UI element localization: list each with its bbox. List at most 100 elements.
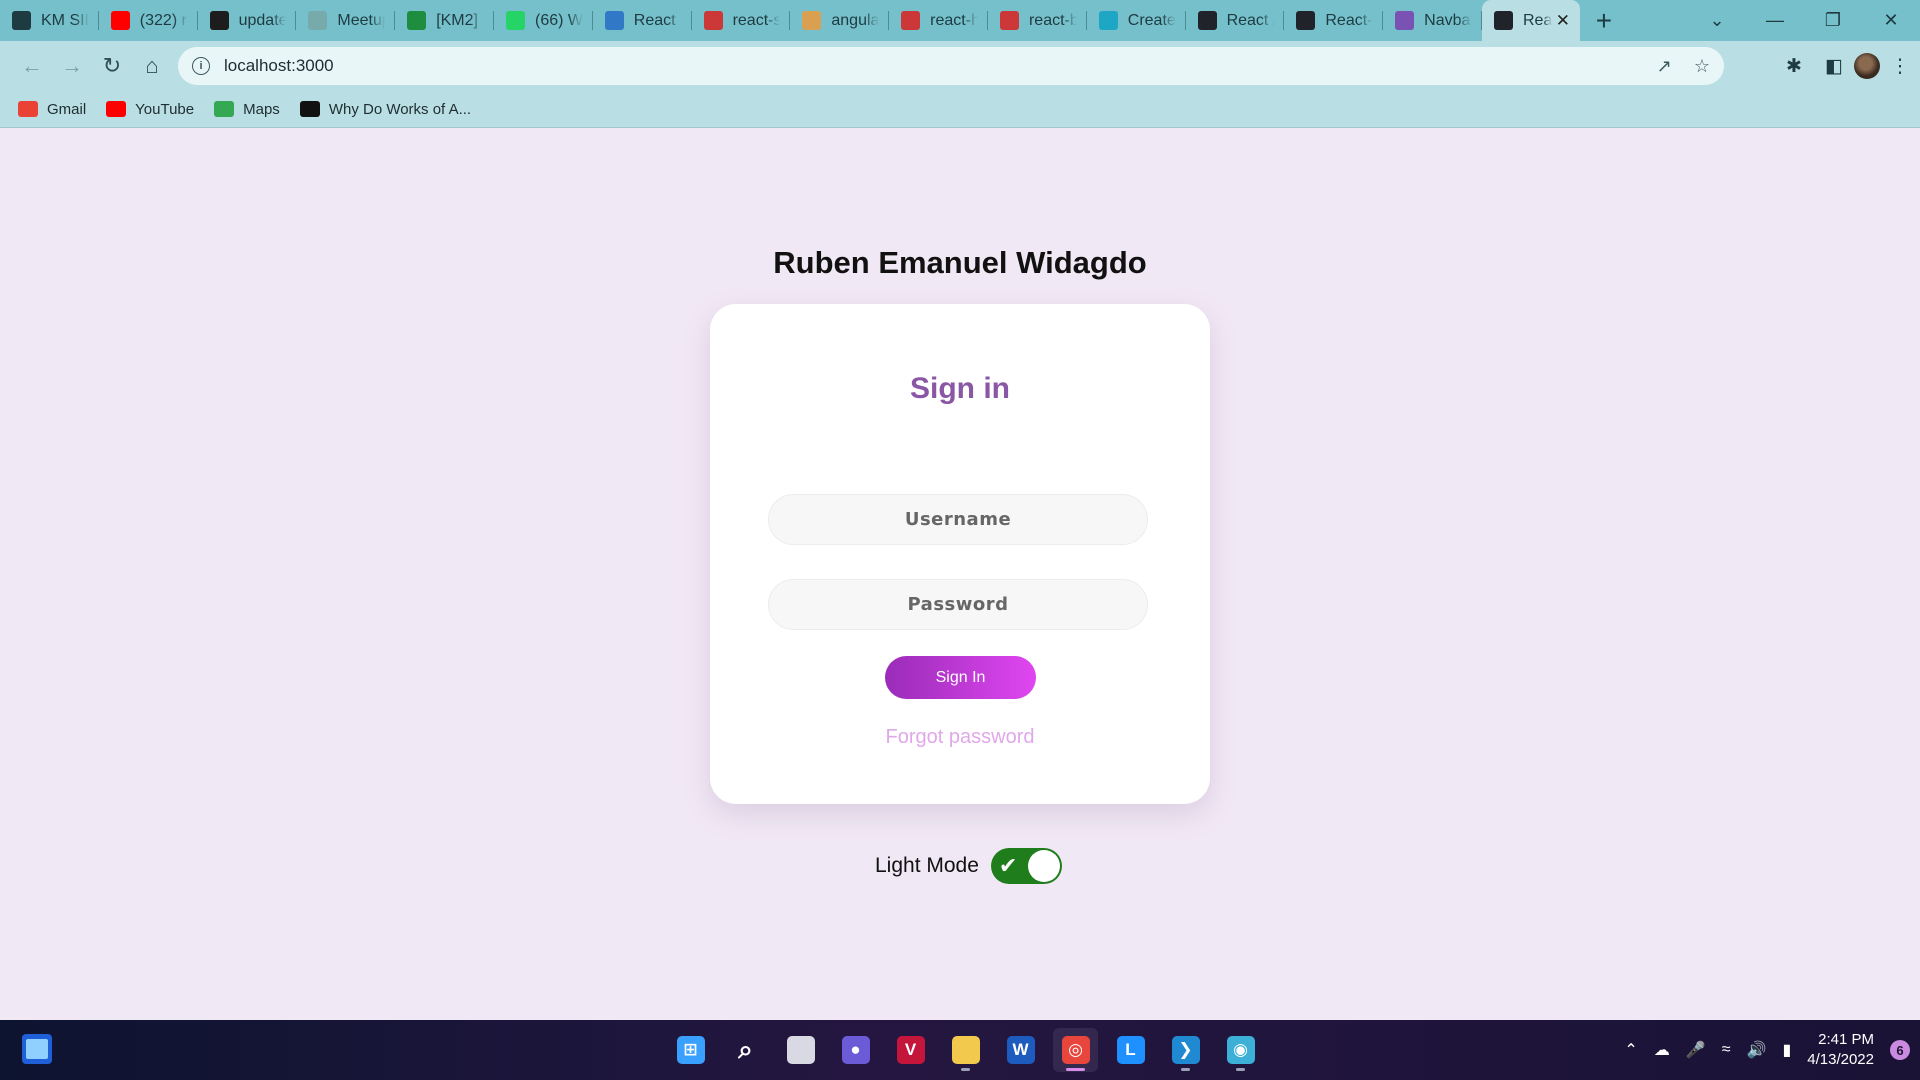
app-v-button[interactable]: V: [888, 1028, 933, 1072]
word-button[interactable]: W: [998, 1028, 1043, 1072]
tab-search-icon[interactable]: ⌄: [1688, 0, 1746, 41]
browser-tab[interactable]: angular: [790, 0, 889, 41]
toggle-knob: [1027, 850, 1060, 882]
tab-title: update: [238, 11, 287, 29]
pencil-icon: [802, 11, 822, 30]
bootstrap-icon: [1395, 11, 1415, 30]
minimize-button[interactable]: —: [1746, 0, 1804, 41]
system-tray: ⌃ ☁ 🎤 ≈ 🔊 ▮ 2:41 PM 4/13/2022 6: [1624, 1020, 1910, 1080]
task-view-button[interactable]: [778, 1028, 823, 1072]
extensions-icon[interactable]: ✱: [1774, 55, 1814, 78]
bookmark-label: Gmail: [47, 100, 87, 118]
bookmark-item[interactable]: YouTube: [106, 101, 194, 118]
tab-title: Create: [1127, 11, 1176, 29]
globe-app-button[interactable]: ◉: [1218, 1028, 1263, 1072]
bookmark-item[interactable]: Why Do Works of A...: [299, 101, 471, 118]
tab-list: KM SIB (322) re update Meetup [KM2] - (66) Wh…: [0, 0, 1580, 41]
bookmark-star-icon[interactable]: ☆: [1694, 56, 1710, 77]
npm-icon: [703, 11, 723, 30]
tab-title: react-s: [732, 11, 781, 29]
browser-tab[interactable]: [KM2] -: [395, 0, 494, 41]
app-l-button[interactable]: L: [1108, 1028, 1153, 1072]
start-button[interactable]: ⊞: [668, 1028, 713, 1072]
close-tab-icon[interactable]: ✕: [1556, 11, 1570, 31]
profile-avatar[interactable]: [1854, 53, 1880, 79]
maximize-button[interactable]: ❐: [1804, 0, 1862, 41]
bookmark-label: Maps: [243, 100, 280, 118]
close-window-button[interactable]: ✕: [1862, 0, 1920, 41]
browser-tab[interactable]: react-h: [889, 0, 988, 41]
volume-icon[interactable]: 🔊: [1747, 1040, 1767, 1060]
chrome-button[interactable]: ◎: [1053, 1028, 1098, 1072]
home-button[interactable]: ⌂: [132, 46, 172, 86]
react-bootstrap-icon: [1296, 11, 1316, 30]
contact-card-icon: [12, 11, 31, 30]
browser-tab[interactable]: update: [198, 0, 297, 41]
bolt-icon: [1098, 11, 1118, 30]
back-button[interactable]: ←: [12, 46, 52, 86]
forgot-password-link[interactable]: Forgot password: [710, 726, 1210, 749]
site-info-icon[interactable]: i: [192, 57, 210, 75]
clock-date: 4/13/2022: [1807, 1051, 1874, 1068]
tab-title: Rea: [1522, 11, 1553, 29]
chat-icon: ●: [841, 1036, 870, 1064]
battery-icon[interactable]: ▮: [1782, 1040, 1791, 1060]
tab-strip: KM SIB (322) re update Meetup [KM2] - (66) Wh…: [0, 0, 1920, 41]
taskbar-apps: ⊞ ⌕ ● V W ◎ L ❯ ◉: [668, 1028, 1263, 1072]
browser-tab[interactable]: (322) re: [99, 0, 198, 41]
sheets-plus-icon: [407, 11, 427, 30]
username-input[interactable]: Username: [768, 494, 1148, 545]
browser-tab[interactable]: (66) Wh: [494, 0, 593, 41]
url-text[interactable]: localhost:3000: [224, 56, 334, 76]
react-icon: [1493, 11, 1513, 30]
signin-button[interactable]: Sign In: [885, 656, 1036, 699]
tab-title: [KM2] -: [436, 11, 484, 29]
theme-toggle-switch[interactable]: ✔: [990, 848, 1062, 884]
chat-button[interactable]: ●: [833, 1028, 878, 1072]
search-button[interactable]: ⌕: [723, 1028, 768, 1072]
microphone-icon[interactable]: 🎤: [1686, 1040, 1706, 1060]
bookmark-item[interactable]: Gmail: [18, 101, 86, 118]
new-tab-button[interactable]: +: [1580, 0, 1628, 41]
youtube-icon: [110, 11, 130, 30]
browser-tab[interactable]: KM SIB: [0, 0, 99, 41]
forward-button[interactable]: →: [52, 46, 92, 86]
browser-tab[interactable]: React-E: [1284, 0, 1383, 41]
react-s-icon: [604, 11, 624, 30]
bookmark-item[interactable]: Maps: [214, 101, 280, 118]
side-panel-icon[interactable]: ◧: [1814, 55, 1854, 78]
signin-title: Sign in: [910, 372, 1010, 405]
browser-tab[interactable]: React S: [593, 0, 692, 41]
browser-tab[interactable]: Create: [1087, 0, 1186, 41]
chevron-up-icon[interactable]: ⌃: [1624, 1040, 1637, 1060]
github-icon: [209, 11, 229, 30]
browser-tab[interactable]: Navbar: [1383, 0, 1482, 41]
vscode-button[interactable]: ❯: [1163, 1028, 1208, 1072]
clock[interactable]: 2:41 PM 4/13/2022: [1807, 1030, 1874, 1070]
gmail-icon: [18, 101, 38, 117]
whatsapp-icon: [505, 11, 525, 30]
l-logo-icon: L: [1116, 1036, 1145, 1064]
wifi-icon[interactable]: ≈: [1722, 1041, 1731, 1059]
address-bar[interactable]: i localhost:3000 ↗ ☆: [178, 47, 1724, 85]
browser-tab[interactable]: react-b: [988, 0, 1087, 41]
browser-toolbar: ← → ↻ ⌂ i localhost:3000 ↗ ☆ ✱ ◧ ⋮: [0, 41, 1920, 91]
share-icon[interactable]: ↗: [1657, 56, 1672, 77]
tab-title: React A: [1226, 11, 1275, 29]
password-input[interactable]: Password: [768, 579, 1148, 630]
widgets-button[interactable]: [22, 1034, 52, 1064]
clock-time: 2:41 PM: [1818, 1031, 1874, 1048]
reload-button[interactable]: ↻: [92, 46, 132, 86]
tab-title: Meetup: [337, 11, 385, 29]
v-logo-icon: V: [896, 1036, 925, 1064]
chrome-icon: ◎: [1061, 1036, 1090, 1064]
window-controls: ⌄ — ❐ ✕: [1688, 0, 1920, 41]
browser-tab[interactable]: Rea ✕: [1481, 0, 1580, 41]
onedrive-cloud-icon[interactable]: ☁: [1654, 1040, 1670, 1060]
browser-tab[interactable]: react-s: [692, 0, 791, 41]
browser-tab[interactable]: Meetup: [296, 0, 395, 41]
menu-kebab-icon[interactable]: ⋮: [1880, 55, 1920, 78]
notification-badge[interactable]: 6: [1890, 1040, 1910, 1060]
file-explorer-button[interactable]: [943, 1028, 988, 1072]
browser-tab[interactable]: React A: [1186, 0, 1285, 41]
